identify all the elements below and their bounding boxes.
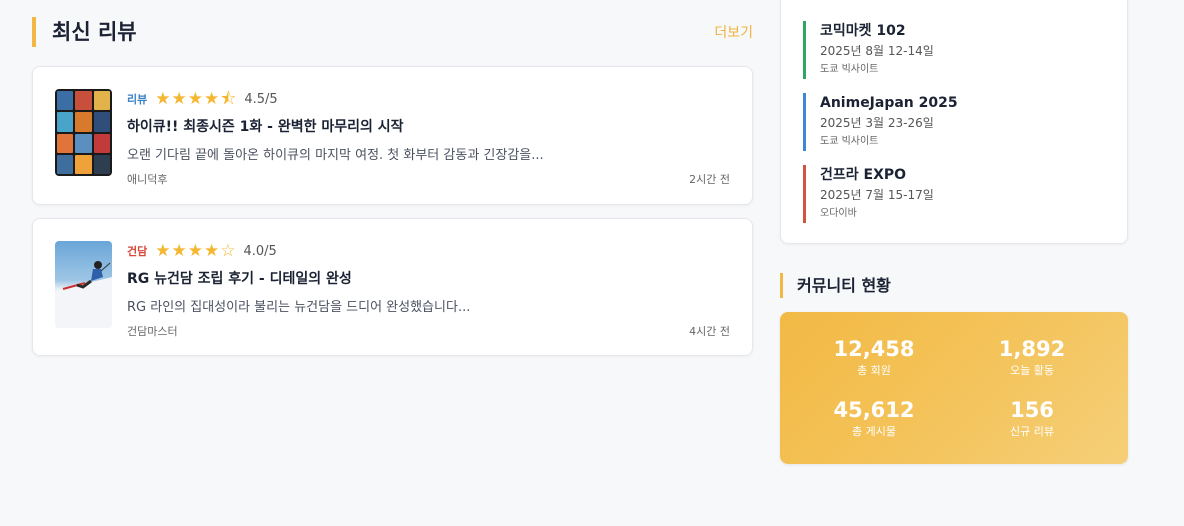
empty-star-icon: ☆ (220, 240, 236, 261)
event-item[interactable]: 건프라 EXPO 2025년 7월 15-17일 오다이바 (803, 165, 1103, 223)
review-footer: 건담마스터 4시간 전 (127, 321, 730, 339)
star-rating: ★ ★ ★ ★ ☆ (155, 240, 236, 261)
stat-total-posts: 45,612 총 게시물 (809, 397, 939, 440)
event-date: 2025년 7월 15-17일 (820, 188, 934, 202)
more-link[interactable]: 더보기 (714, 22, 753, 42)
star-icon: ★ (171, 240, 187, 261)
section-title: 최신 리뷰 (32, 17, 137, 47)
stat-value: 45,612 (833, 398, 915, 422)
event-venue: 오다이바 (820, 208, 857, 219)
skier-image (55, 261, 112, 328)
star-icon: ★ (187, 240, 203, 261)
event-venue: 도쿄 빅사이트 (820, 64, 879, 75)
review-author[interactable]: 애니덕후 (127, 171, 167, 187)
half-star-icon: ⯪ (220, 88, 237, 109)
stat-label: 총 회원 (857, 364, 891, 377)
star-icon: ★ (187, 88, 203, 109)
review-card[interactable]: 건담 ★ ★ ★ ★ ☆ 4.0/5 RG 뉴건담 조립 후기 - 디테일의 완… (32, 218, 753, 356)
review-time: 4시간 전 (689, 325, 730, 338)
stat-value: 1,892 (998, 337, 1066, 361)
category-badge[interactable]: 리뷰 (127, 91, 147, 107)
event-date: 2025년 3월 23-26일 (820, 116, 934, 130)
review-body: 리뷰 ★ ★ ★ ★ ⯪ 4.5/5 하이큐!! 최종시즌 1화 - 완벽한 마… (127, 89, 730, 187)
event-name: 건프라 EXPO (820, 167, 907, 183)
stat-value: 12,458 (833, 337, 915, 361)
review-time: 2시간 전 (689, 173, 730, 186)
review-title[interactable]: RG 뉴건담 조립 후기 - 디테일의 완성 (127, 268, 730, 288)
events-card: 코믹마켓 102 2025년 8월 12-14일 도쿄 빅사이트 AnimeJa… (780, 0, 1128, 244)
review-body: 건담 ★ ★ ★ ★ ☆ 4.0/5 RG 뉴건담 조립 후기 - 디테일의 완… (127, 241, 730, 339)
stat-total-members: 12,458 총 회원 (809, 336, 939, 379)
review-thumbnail (55, 241, 112, 328)
star-icon: ★ (155, 240, 171, 261)
stat-label: 총 게시물 (852, 425, 896, 438)
review-meta: 리뷰 ★ ★ ★ ★ ⯪ 4.5/5 (127, 89, 730, 109)
stat-label: 신규 리뷰 (1010, 425, 1054, 438)
stat-label: 오늘 활동 (1010, 364, 1054, 377)
rating-text: 4.0/5 (243, 243, 277, 259)
event-venue: 도쿄 빅사이트 (820, 136, 879, 147)
review-author[interactable]: 건담마스터 (127, 323, 178, 339)
review-title[interactable]: 하이큐!! 최종시즌 1화 - 완벽한 마무리의 시작 (127, 116, 730, 136)
review-meta: 건담 ★ ★ ★ ★ ☆ 4.0/5 (127, 241, 730, 261)
star-icon: ★ (204, 88, 220, 109)
event-item[interactable]: AnimeJapan 2025 2025년 3월 23-26일 도쿄 빅사이트 (803, 93, 1103, 151)
stat-new-reviews: 156 신규 리뷰 (967, 397, 1097, 440)
event-name: 코믹마켓 102 (820, 23, 906, 39)
event-date: 2025년 8월 12-14일 (820, 44, 934, 58)
event-item[interactable]: 코믹마켓 102 2025년 8월 12-14일 도쿄 빅사이트 (803, 21, 1103, 79)
community-title: 커뮤니티 현황 (780, 273, 891, 298)
rating-text: 4.5/5 (244, 91, 278, 107)
review-excerpt: 오랜 기다림 끝에 돌아온 하이큐의 마지막 여정. 첫 화부터 감동과 긴장감… (127, 148, 544, 163)
review-excerpt: RG 라인의 집대성이라 불리는 뉴건담을 드디어 완성했습니다... (127, 300, 471, 315)
community-stats-card: 12,458 총 회원 1,892 오늘 활동 45,612 총 게시물 156… (780, 312, 1128, 464)
stat-value: 156 (1010, 398, 1054, 422)
review-footer: 애니덕후 2시간 전 (127, 169, 730, 187)
star-icon: ★ (155, 88, 171, 109)
review-card[interactable]: 리뷰 ★ ★ ★ ★ ⯪ 4.5/5 하이큐!! 최종시즌 1화 - 완벽한 마… (32, 66, 753, 205)
star-icon: ★ (204, 240, 220, 261)
star-rating: ★ ★ ★ ★ ⯪ (155, 88, 237, 109)
star-icon: ★ (171, 88, 187, 109)
section-header: 최신 리뷰 더보기 (32, 0, 753, 66)
event-name: AnimeJapan 2025 (820, 95, 958, 111)
stat-today-activity: 1,892 오늘 활동 (967, 336, 1097, 379)
latest-reviews-section: 최신 리뷰 더보기 리뷰 ★ ★ ★ ★ ⯪ 4.5/5 하이큐!! 최종시즌 … (32, 0, 753, 356)
review-thumbnail (55, 89, 112, 176)
category-badge[interactable]: 건담 (127, 243, 147, 259)
